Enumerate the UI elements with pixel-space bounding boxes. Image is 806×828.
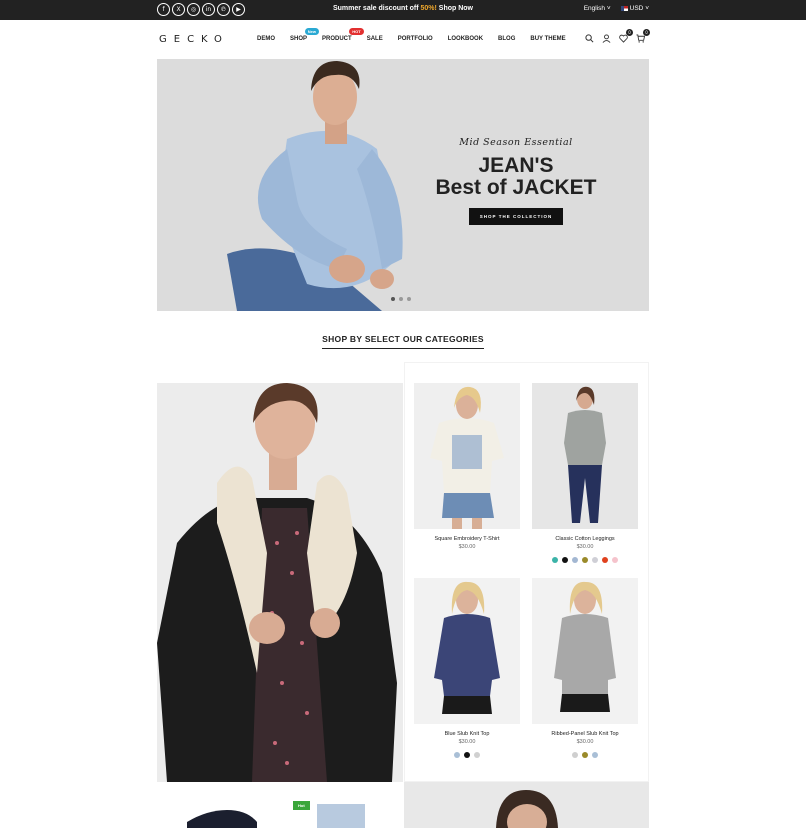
nav-label: SALE	[366, 36, 383, 42]
hero-caption: Mid Season Essential JEAN'S Best of JACK…	[433, 137, 599, 225]
color-swatch[interactable]	[602, 557, 608, 563]
nav-item-buy-theme[interactable]: BUY THEME	[530, 36, 565, 42]
new-badge: New	[304, 28, 320, 35]
promo-shop-now-link[interactable]: Shop Now	[437, 5, 473, 12]
cart-icon[interactable]: 0	[635, 29, 650, 43]
product-image[interactable]	[414, 383, 520, 529]
nav-item-shop[interactable]: SHOP New	[290, 28, 320, 42]
language-selector[interactable]: English ˅	[584, 5, 611, 12]
nav-item-portfolio[interactable]: PORTFOLIO	[398, 36, 433, 42]
hero-title-line1: JEAN'S	[478, 154, 554, 177]
product-name[interactable]: Square Embroidery T-Shirt	[414, 536, 520, 542]
promo-text: Summer sale discount off	[332, 5, 421, 12]
top-bar: f X ◎ in ℗ ▶ Summer sale discount off 50%! Sh…	[0, 0, 806, 20]
color-swatch[interactable]	[464, 752, 470, 758]
chevron-down-icon: ˅	[606, 5, 611, 12]
color-swatch[interactable]	[572, 752, 578, 758]
product-price: $30.00	[576, 544, 594, 550]
color-swatch[interactable]	[572, 557, 578, 563]
promo-banner[interactable]: Summer sale discount off 50%! Shop Now	[0, 5, 806, 12]
nav-label: PORTFOLIO	[397, 36, 433, 42]
currency-selector[interactable]: USD ˅	[620, 5, 649, 12]
nav-item-demo[interactable]: DEMO	[257, 36, 275, 42]
us-flag-icon	[620, 5, 628, 11]
cart-count: 0	[643, 29, 650, 36]
color-swatch[interactable]	[454, 752, 460, 758]
nav-item-sale[interactable]: SALE	[367, 36, 383, 42]
nav-label: PRODUCT	[322, 36, 352, 42]
shop-collection-button[interactable]: SHOP THE COLLECTION	[468, 208, 564, 225]
portrait-image	[404, 782, 649, 828]
section-title: SHOP BY SELECT OUR CATEGORIES	[0, 334, 806, 349]
slider-dot[interactable]	[391, 297, 395, 301]
product-price: $30.00	[458, 544, 476, 550]
product-name[interactable]: Blue Slub Knit Top	[414, 731, 520, 737]
product-card[interactable]: Blue Slub Knit Top $30.00	[414, 578, 520, 758]
color-swatch[interactable]	[582, 752, 588, 758]
slider-dot[interactable]	[407, 297, 411, 301]
color-swatches	[532, 752, 638, 758]
color-swatch[interactable]	[592, 557, 598, 563]
main-nav: DEMO SHOP New PRODUCT HOT SALE PORTFOLIO LOOKBO…	[257, 28, 581, 42]
search-icon[interactable]	[584, 33, 594, 43]
nav-label: LOOKBOOK	[447, 36, 484, 42]
color-swatch[interactable]	[562, 557, 568, 563]
product-image[interactable]	[414, 578, 520, 724]
product-name[interactable]: Classic Cotton Leggings	[532, 536, 638, 542]
nav-item-blog[interactable]: BLOG	[498, 36, 515, 42]
site-header: GECKO DEMO SHOP New PRODUCT HOT SALE PORTFOLIO…	[157, 20, 650, 58]
wishlist-icon[interactable]: 0	[618, 29, 633, 43]
nav-label: BLOG	[498, 36, 516, 42]
hero-title-line2: Best of JACKET	[435, 176, 597, 199]
color-swatch[interactable]	[552, 557, 558, 563]
nav-label: SHOP	[290, 36, 308, 42]
nav-label: BUY THEME	[530, 36, 566, 42]
category-image-bottom[interactable]	[404, 782, 649, 828]
nav-label: DEMO	[257, 36, 275, 42]
hero-subtitle: Mid Season Essential	[459, 137, 573, 148]
product-thumbnails	[187, 804, 365, 828]
category-image-women[interactable]	[157, 383, 403, 782]
product-card[interactable]: Classic Cotton Leggings $30.00	[532, 383, 638, 563]
hero-slider[interactable]: Mid Season Essential JEAN'S Best of JACK…	[157, 59, 649, 311]
nav-item-product[interactable]: PRODUCT HOT	[322, 28, 364, 42]
nav-item-lookbook[interactable]: LOOKBOOK	[448, 36, 483, 42]
product-price: $30.00	[576, 739, 594, 745]
woman-jacket-image	[157, 383, 403, 782]
product-image[interactable]	[532, 383, 638, 529]
hot-badge: Hot	[293, 801, 310, 810]
product-image[interactable]	[532, 578, 638, 724]
user-icon[interactable]	[601, 33, 611, 43]
color-swatch[interactable]	[582, 557, 588, 563]
color-swatch[interactable]	[612, 557, 618, 563]
product-card[interactable]: Square Embroidery T-Shirt $30.00	[414, 383, 520, 550]
color-swatches	[532, 557, 638, 563]
logo[interactable]: GECKO	[159, 34, 229, 45]
color-swatch[interactable]	[474, 752, 480, 758]
color-swatch[interactable]	[592, 752, 598, 758]
chevron-down-icon: ˅	[645, 5, 649, 12]
product-name[interactable]: Ribbed-Panel Slub Knit Top	[532, 731, 638, 737]
slider-dots	[391, 297, 411, 301]
promo-percent: 50%!	[420, 5, 437, 12]
wishlist-count: 0	[626, 29, 633, 36]
product-card[interactable]: Ribbed-Panel Slub Knit Top $30.00	[532, 578, 638, 758]
hot-badge: HOT	[349, 28, 364, 35]
color-swatches	[414, 752, 520, 758]
product-price: $30.00	[458, 739, 476, 745]
slider-dot[interactable]	[399, 297, 403, 301]
product-row-bottom[interactable]: Hot	[157, 782, 403, 828]
hero-model-image	[227, 61, 403, 311]
